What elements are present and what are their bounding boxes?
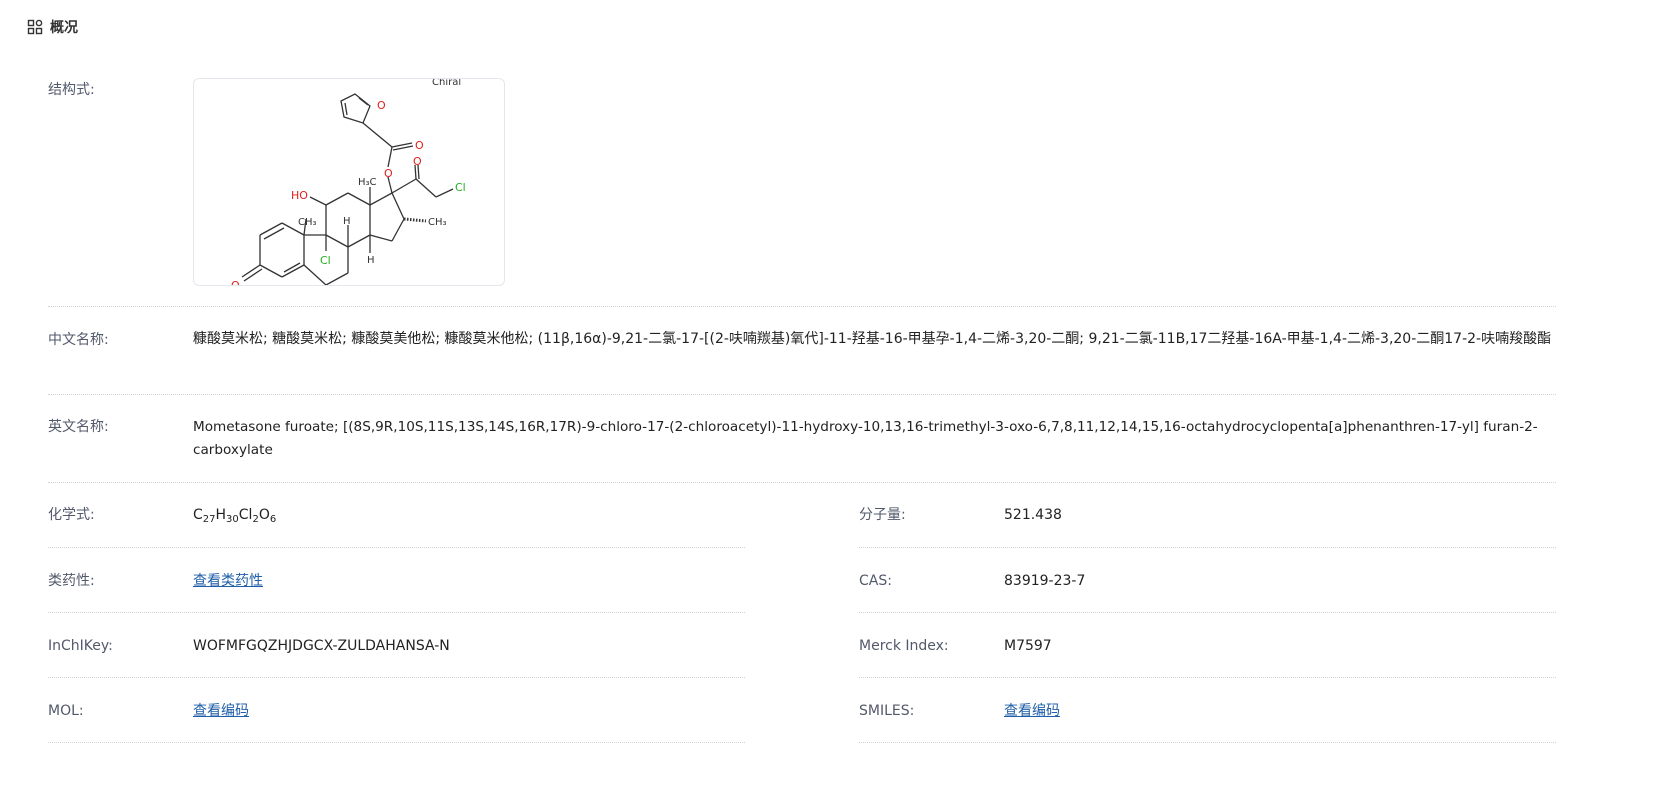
- english-name-label: 英文名称:: [48, 419, 109, 435]
- chinese-name-value: 糠酸莫米松; 糖酸莫米松; 糠酸莫美他松; 糠酸莫米他松; (11β,16α)-…: [193, 331, 1552, 347]
- inchikey-value: WOFMFGQZHJDGCX-ZULDAHANSA-N: [193, 638, 450, 654]
- divider: [48, 742, 745, 743]
- view-druglikeness-link[interactable]: 查看类药性: [193, 570, 263, 593]
- divider: [48, 677, 745, 678]
- formula-value: C27H30Cl2O6: [193, 507, 277, 525]
- atom-cl-side: Cl: [455, 181, 466, 194]
- cas-label: CAS:: [859, 573, 892, 589]
- smiles-label: SMILES:: [859, 703, 915, 719]
- english-name-value: Mometasone furoate; [(8S,9R,10S,11S,13S,…: [193, 419, 1538, 458]
- molecular-weight-label: 分子量:: [859, 507, 906, 523]
- molecular-weight-value: 521.438: [1004, 507, 1062, 523]
- atom-h-14: H: [367, 255, 375, 266]
- structure-image: Chiral O O O O Cl H₃C HO CH₃ CH₃ H Cl H: [193, 78, 505, 286]
- chiral-label: Chiral: [432, 79, 461, 88]
- atom-cl-9: Cl: [320, 254, 331, 267]
- divider: [48, 306, 1556, 307]
- atom-ch3-10: CH₃: [298, 217, 317, 228]
- divider: [859, 547, 1556, 548]
- atom-ho: HO: [291, 189, 308, 202]
- view-mol-code-link[interactable]: 查看编码: [193, 700, 249, 723]
- druglikeness-label: 类药性:: [48, 573, 95, 589]
- grid-apps-icon: [27, 19, 43, 35]
- chinese-name-label: 中文名称:: [48, 332, 109, 348]
- section-title: 概况: [50, 20, 78, 36]
- view-smiles-code-link[interactable]: 查看编码: [1004, 700, 1060, 723]
- mol-label: MOL:: [48, 703, 84, 719]
- divider: [48, 547, 745, 548]
- divider: [48, 482, 1556, 483]
- divider: [859, 742, 1556, 743]
- cas-value: 83919-23-7: [1004, 573, 1086, 589]
- section-header: 概况: [27, 17, 78, 37]
- atom-o-ring: O: [377, 99, 386, 112]
- divider: [48, 394, 1556, 395]
- atom-o-carbonyl-2: O: [413, 155, 422, 168]
- atom-h-8: H: [343, 216, 351, 227]
- merck-index-value: M7597: [1004, 638, 1052, 654]
- atom-o-ester: O: [384, 167, 393, 180]
- structure-label: 结构式:: [48, 82, 95, 98]
- atom-o-3: O: [231, 279, 240, 285]
- atom-o-carbonyl-1: O: [415, 139, 424, 152]
- formula-label: 化学式:: [48, 507, 95, 523]
- divider: [859, 612, 1556, 613]
- divider: [859, 677, 1556, 678]
- atom-ch3-16: CH₃: [428, 217, 447, 228]
- inchikey-label: InChIKey:: [48, 638, 113, 654]
- merck-index-label: Merck Index:: [859, 638, 949, 654]
- divider: [48, 612, 745, 613]
- molecule-structure-diagram: Chiral O O O O Cl H₃C HO CH₃ CH₃ H Cl H: [231, 79, 466, 285]
- atom-h3c-top: H₃C: [358, 177, 377, 188]
